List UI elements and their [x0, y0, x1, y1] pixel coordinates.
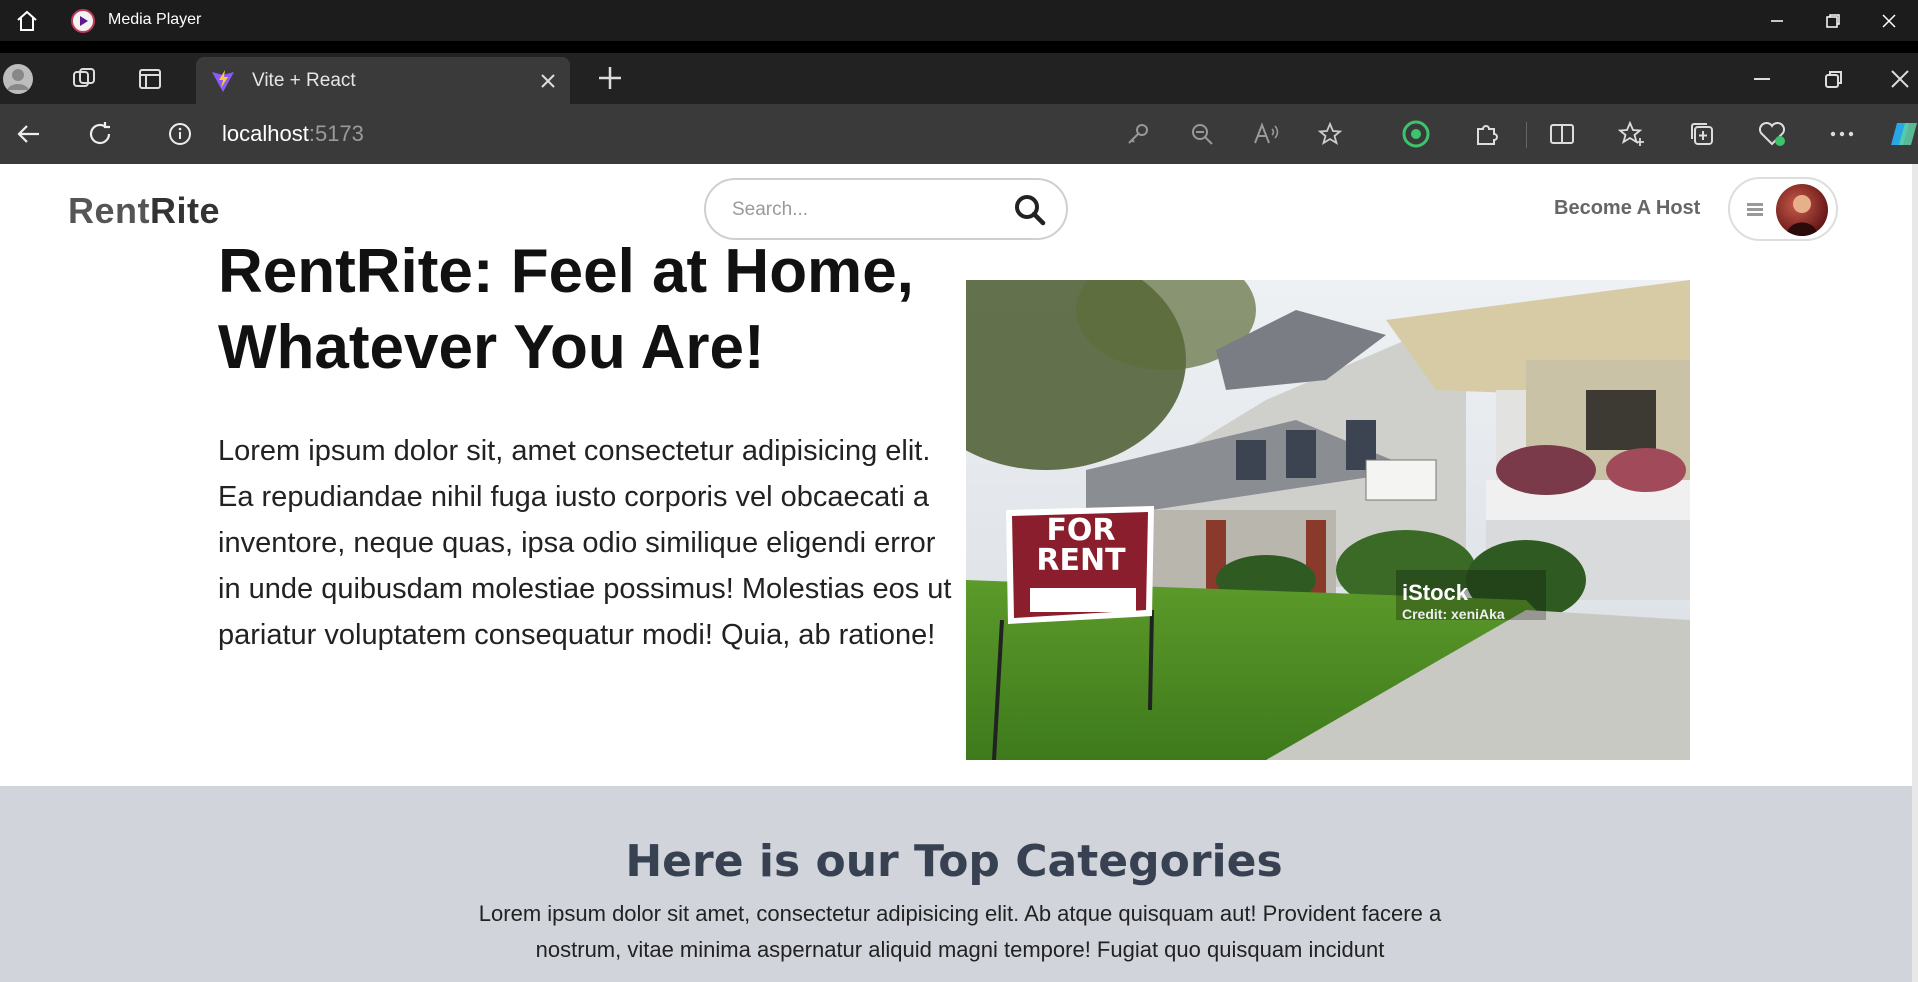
url-host: localhost [222, 121, 309, 146]
url-text: localhost:5173 [222, 121, 364, 147]
divider [0, 41, 1918, 53]
browser-essentials-icon[interactable] [1756, 118, 1788, 150]
menu-icon [1746, 201, 1764, 217]
extension-green-icon[interactable] [1400, 118, 1432, 150]
refresh-icon[interactable] [84, 118, 116, 150]
toolbar-separator [1526, 122, 1527, 148]
close-icon[interactable] [1874, 6, 1904, 36]
media-player-title: Media Player [108, 11, 202, 28]
key-icon[interactable] [1122, 118, 1154, 150]
collections-icon[interactable] [1686, 118, 1718, 150]
minimize-icon[interactable] [1762, 6, 1792, 36]
browser-minimize-icon[interactable] [1746, 63, 1778, 95]
split-screen-icon[interactable] [1546, 118, 1578, 150]
web-page: RentRite Become A Host RentRite: Feel at… [0, 164, 1918, 982]
restore-icon[interactable] [1818, 6, 1848, 36]
profile-avatar-icon[interactable] [2, 63, 34, 95]
credit-brand: iStock [1402, 580, 1469, 605]
become-host-link[interactable]: Become A Host [1554, 197, 1700, 220]
tab-title: Vite + React [252, 70, 356, 91]
more-options-icon[interactable] [1826, 118, 1858, 150]
categories-title: Here is our Top Categories [625, 836, 1283, 887]
tab-vite-react[interactable]: Vite + React [196, 57, 570, 104]
read-aloud-icon[interactable] [1250, 118, 1282, 150]
site-logo[interactable]: RentRite [68, 190, 220, 232]
browser-close-icon[interactable] [1884, 63, 1916, 95]
categories-section: Here is our Top Categories Lorem ipsum d… [0, 786, 1918, 982]
url-port: :5173 [308, 121, 364, 146]
user-menu-button[interactable] [1728, 177, 1838, 241]
image-credit: iStock Credit: xeniAka [1402, 580, 1505, 622]
new-tab-plus-icon[interactable] [592, 62, 628, 94]
browser-tab-strip: Vite + React [0, 53, 1918, 104]
tab-actions-icon[interactable] [134, 63, 166, 95]
for-rent-sign: FOR RENT [1016, 516, 1146, 576]
home-icon[interactable] [14, 8, 40, 34]
logo-part-rite: Rite [150, 190, 221, 231]
extensions-puzzle-icon[interactable] [1470, 118, 1502, 150]
site-info-icon[interactable] [168, 122, 192, 146]
media-player-titlebar: Media Player [0, 0, 1918, 41]
search-icon[interactable] [1012, 192, 1048, 228]
workspaces-icon[interactable] [68, 63, 100, 95]
page-scrollbar[interactable] [1912, 164, 1918, 982]
favorites-icon[interactable] [1616, 118, 1648, 150]
credit-author: Credit: xeniAka [1402, 606, 1505, 622]
media-player-app-icon [70, 8, 96, 34]
browser-toolbar: localhost:5173 [0, 104, 1918, 164]
back-arrow-icon[interactable] [12, 118, 44, 150]
sign-line-2: RENT [1036, 543, 1126, 578]
hero-title: RentRite: Feel at Home, Whatever You Are… [218, 237, 914, 382]
avatar [1776, 184, 1828, 236]
hero-house-image: FOR RENT iStock Credit: xeniAka [966, 280, 1690, 760]
tab-close-icon[interactable] [536, 69, 560, 93]
hero-description: Lorem ipsum dolor sit, amet consectetur … [218, 435, 952, 651]
browser-restore-icon[interactable] [1818, 63, 1850, 95]
logo-part-rent: Rent [68, 190, 150, 231]
zoom-out-icon[interactable] [1186, 118, 1218, 150]
search-input[interactable] [730, 192, 984, 228]
categories-description: Lorem ipsum dolor sit amet, consectetur … [478, 901, 1442, 962]
vite-logo-icon [210, 68, 236, 94]
sign-line-1: FOR [1046, 513, 1116, 548]
search-bar [704, 178, 1068, 240]
favorite-star-icon[interactable] [1314, 118, 1346, 150]
copilot-icon[interactable] [1888, 118, 1918, 150]
